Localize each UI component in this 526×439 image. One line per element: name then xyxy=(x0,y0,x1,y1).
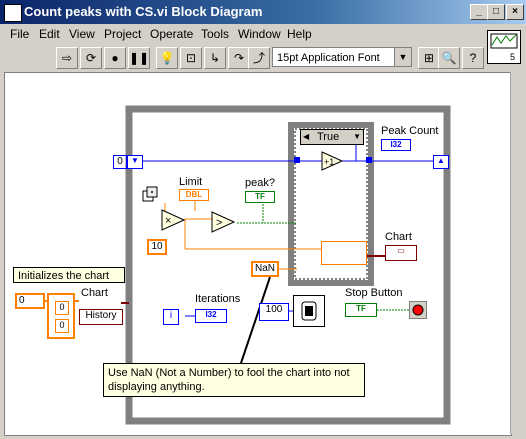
cluster-a-value: 0 xyxy=(55,301,69,315)
random-number-icon[interactable] xyxy=(141,185,158,203)
svg-text:5: 5 xyxy=(510,52,515,62)
tunnel-out xyxy=(366,157,372,163)
chevron-down-icon[interactable]: ▼ xyxy=(394,48,411,66)
menu-help[interactable]: Help xyxy=(287,27,312,41)
cluster-b-value: 0 xyxy=(55,319,69,333)
limit-terminal[interactable]: DBL xyxy=(179,189,209,201)
history-property[interactable]: History xyxy=(79,309,123,325)
maximize-icon[interactable]: □ xyxy=(487,4,505,20)
chart-property-label: Chart xyxy=(81,287,108,299)
search-icon[interactable]: 🔍 xyxy=(438,47,460,69)
font-selector-value: 15pt Application Font xyxy=(277,52,380,64)
chart-label: Chart xyxy=(385,231,412,243)
close-icon[interactable]: × xyxy=(506,4,524,20)
vi-window-icon xyxy=(4,4,22,22)
initial-value-constant[interactable]: 0 xyxy=(113,155,127,169)
menu-operate[interactable]: Operate xyxy=(150,27,193,41)
menu-bar: File Edit View Project Operate Tools Win… xyxy=(0,24,526,44)
wait-ms-constant[interactable]: 100 xyxy=(259,303,289,321)
loop-condition-icon[interactable] xyxy=(409,301,427,319)
ten-constant[interactable]: 10 xyxy=(147,239,167,255)
stop-button-terminal[interactable]: TF xyxy=(345,303,377,317)
tunnel-in xyxy=(294,157,300,163)
menu-project[interactable]: Project xyxy=(104,27,141,41)
pause-icon[interactable]: ❚❚ xyxy=(128,47,150,69)
retain-wire-icon[interactable]: ⊡ xyxy=(180,47,202,69)
iterations-terminal[interactable]: I32 xyxy=(195,309,227,323)
wait-timer-icon[interactable] xyxy=(293,295,325,327)
shift-register-right-icon[interactable]: ▲ xyxy=(433,155,449,169)
step-out-icon[interactable]: ⤴ xyxy=(248,47,270,69)
iterations-label: Iterations xyxy=(195,293,241,305)
build-array-node[interactable] xyxy=(321,241,367,265)
peak-count-label: Peak Count xyxy=(381,125,439,137)
step-into-icon[interactable]: ↳ xyxy=(204,47,226,69)
block-diagram-canvas[interactable]: 0 ▼ ▲ ◀ True ▼ +1 Peak Count I32 Limit D… xyxy=(4,72,512,436)
initializes-chart-comment: Initializes the chart xyxy=(13,267,125,283)
abort-icon[interactable]: ● xyxy=(104,47,126,69)
align-icon[interactable]: ⊞ xyxy=(418,47,440,69)
menu-edit[interactable]: Edit xyxy=(39,27,60,41)
help-icon[interactable]: ? xyxy=(462,47,484,69)
menu-tools[interactable]: Tools xyxy=(201,27,229,41)
peak-count-terminal[interactable]: I32 xyxy=(381,139,411,151)
svg-text:>: > xyxy=(216,217,222,229)
highlight-icon[interactable]: 💡 xyxy=(156,47,178,69)
chart-terminal[interactable]: ▭ xyxy=(385,245,417,261)
greater-than-node[interactable]: > xyxy=(211,211,236,233)
svg-text:×: × xyxy=(165,215,171,227)
shift-register-left-icon[interactable]: ▼ xyxy=(127,155,143,169)
run-icon[interactable]: ⇨ xyxy=(56,47,78,69)
window-title: Count peaks with CS.vi Block Diagram xyxy=(24,4,263,19)
nan-comment: Use NaN (Not a Number) to fool the chart… xyxy=(103,363,365,397)
nan-constant[interactable]: NaN xyxy=(251,261,279,277)
menu-file[interactable]: File xyxy=(10,27,29,41)
run-continuous-icon[interactable]: ⟳ xyxy=(80,47,102,69)
iteration-terminal[interactable]: i xyxy=(163,309,179,325)
peak-label: peak? xyxy=(245,177,275,189)
vertical-scrollbar[interactable] xyxy=(510,72,525,434)
case-selector-label: True xyxy=(317,131,340,143)
chevron-left-icon[interactable]: ◀ xyxy=(303,130,309,144)
menu-window[interactable]: Window xyxy=(238,27,281,41)
stop-button-label: Stop Button xyxy=(345,287,403,299)
menu-view[interactable]: View xyxy=(69,27,95,41)
increment-node[interactable]: +1 xyxy=(321,151,344,171)
limit-label: Limit xyxy=(179,176,203,188)
cluster-index-constant[interactable]: 0 xyxy=(15,293,45,309)
peak-indicator-terminal[interactable]: TF xyxy=(245,191,275,203)
vi-connector-icon[interactable]: 5 xyxy=(487,30,521,64)
chevron-down-icon[interactable]: ▼ xyxy=(353,130,361,144)
case-selector[interactable]: ◀ True ▼ xyxy=(300,129,364,145)
font-selector[interactable]: 15pt Application Font ▼ xyxy=(272,47,412,67)
toolbar: ⇨ ⟳ ● ❚❚ 💡 ⊡ ↳ ↷ ⤴ 15pt Application Font… xyxy=(0,44,526,70)
increment-label: +1 xyxy=(324,157,334,167)
cluster-array-constant[interactable]: 0 0 xyxy=(47,293,75,339)
multiply-node[interactable]: × xyxy=(161,209,186,231)
minimize-icon[interactable]: _ xyxy=(470,4,488,20)
step-over-icon[interactable]: ↷ xyxy=(228,47,250,69)
